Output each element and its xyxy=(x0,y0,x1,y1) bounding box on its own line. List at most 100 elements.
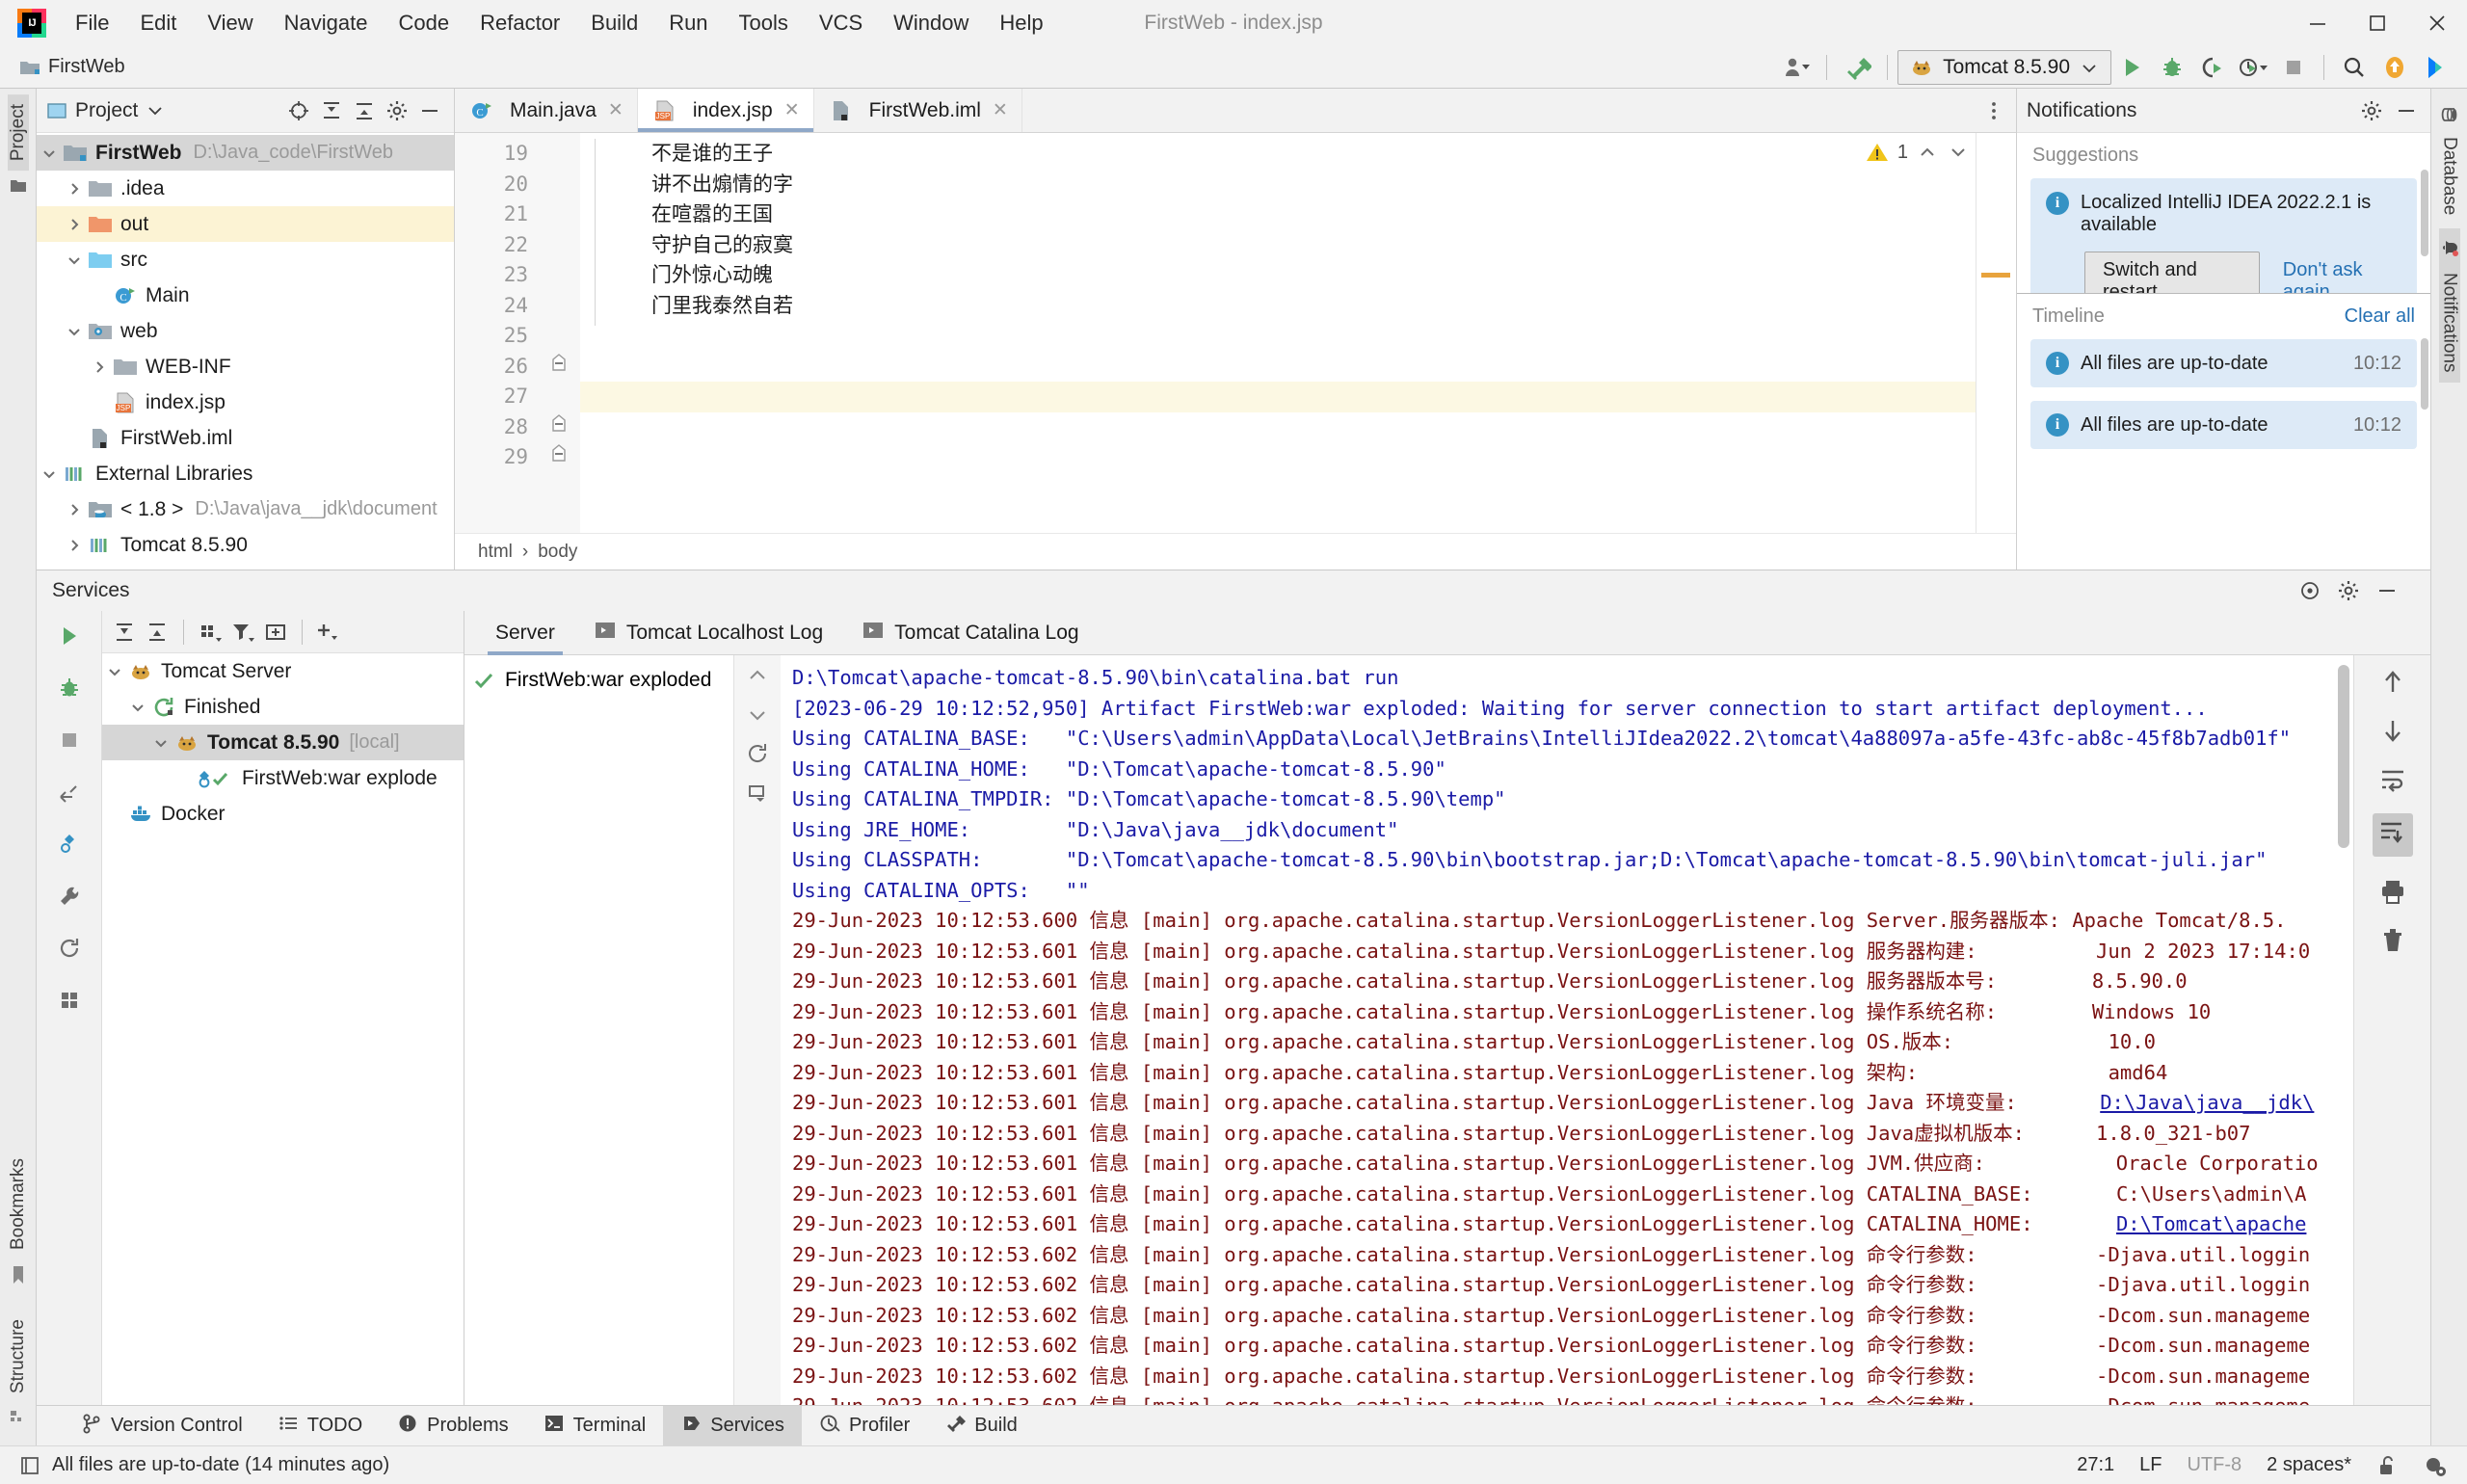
fold-column[interactable] xyxy=(542,133,580,533)
minimize-button[interactable] xyxy=(2288,0,2348,46)
timeline-item[interactable]: i All files are up-to-date 10:12 xyxy=(2030,339,2417,387)
rerun-icon[interactable] xyxy=(745,742,770,765)
console-log-link[interactable]: D:\Tomcat\apache xyxy=(2116,1212,2306,1235)
tree-expand-arrow[interactable] xyxy=(125,702,150,713)
debug-button[interactable] xyxy=(2152,47,2192,88)
code-line[interactable]: 不是谁的王子 xyxy=(580,139,2016,170)
code-line[interactable]: 在喧嚣的王国 xyxy=(580,199,2016,230)
previous-issue-icon[interactable] xyxy=(1916,142,1939,163)
breadcrumb-html[interactable]: html xyxy=(478,542,513,563)
code-line[interactable]: 讲不出煽情的字 xyxy=(580,170,2016,200)
inspection-stripe[interactable] xyxy=(1976,133,2016,533)
collapse-all-icon[interactable] xyxy=(350,96,379,125)
deployment-list[interactable]: FirstWeb:war exploded xyxy=(464,655,734,1405)
menu-tools[interactable]: Tools xyxy=(724,7,804,40)
collapse-all-icon[interactable] xyxy=(143,618,172,647)
filter-icon[interactable] xyxy=(228,618,257,647)
services-tree-item[interactable]: FirstWeb:war explode xyxy=(102,760,464,796)
project-tree-item[interactable]: C Main xyxy=(37,278,454,313)
console-scrollbar[interactable] xyxy=(2338,665,2349,848)
tree-expand-arrow[interactable] xyxy=(62,538,87,553)
editor-tab[interactable]: JSP index.jsp ✕ xyxy=(637,89,814,132)
scroll-up-small-icon[interactable] xyxy=(745,665,770,688)
services-tree-item[interactable]: Tomcat 8.5.90 [local] xyxy=(102,725,464,760)
project-tree-item[interactable]: .idea xyxy=(37,171,454,206)
menu-navigate[interactable]: Navigate xyxy=(269,7,384,40)
tree-expand-arrow[interactable] xyxy=(102,666,127,677)
settings-icon[interactable] xyxy=(2295,576,2324,605)
menu-code[interactable]: Code xyxy=(384,7,465,40)
timeline-scrollbar[interactable] xyxy=(2421,338,2428,410)
breadcrumb-body[interactable]: body xyxy=(538,542,577,563)
code-line[interactable] xyxy=(580,442,2016,473)
profile-user-icon[interactable] xyxy=(1776,47,1817,88)
locate-icon[interactable] xyxy=(284,96,313,125)
search-everywhere-icon[interactable] xyxy=(2334,47,2374,88)
project-tree-item[interactable]: out xyxy=(37,206,454,242)
project-tree-item[interactable]: WEB-INF xyxy=(37,349,454,384)
tree-expand-arrow[interactable] xyxy=(148,737,173,749)
tool-tab-notifications[interactable]: Notifications xyxy=(2438,228,2460,383)
group-icon[interactable] xyxy=(196,618,225,647)
next-issue-icon[interactable] xyxy=(1947,142,1970,163)
code-text[interactable]: 不是谁的王子 讲不出煽情的字 在喧嚣的王国 守护自己的寂寞 门外惊心动魄 门里我泰然自若 xyxy=(580,133,2016,533)
editor-options-icon[interactable] xyxy=(1972,89,2016,132)
code-line[interactable]: 门里我泰然自若 xyxy=(580,291,2016,322)
deploy-small-icon[interactable] xyxy=(745,781,770,804)
menu-edit[interactable]: Edit xyxy=(124,7,192,40)
profiler-button[interactable] xyxy=(2233,47,2273,88)
code-line[interactable] xyxy=(580,321,2016,352)
inspection-summary[interactable]: 1 xyxy=(1865,141,1970,164)
menu-help[interactable]: Help xyxy=(984,7,1058,40)
close-tab-icon[interactable]: ✕ xyxy=(993,99,1008,121)
project-tree-item[interactable]: Tomcat 8.5.90 xyxy=(37,527,454,563)
console-tab[interactable]: Tomcat Localhost Log xyxy=(576,611,840,655)
hide-panel-icon[interactable] xyxy=(2373,576,2401,605)
hide-panel-icon[interactable] xyxy=(2392,96,2421,125)
gear-icon[interactable] xyxy=(2357,96,2386,125)
hide-panel-icon[interactable] xyxy=(415,96,444,125)
gear-icon[interactable] xyxy=(383,96,411,125)
project-tree-item[interactable]: Scratches and Consoles xyxy=(37,563,454,570)
gear-icon[interactable] xyxy=(2334,576,2363,605)
debug-icon[interactable] xyxy=(50,669,89,707)
editor-tab[interactable]: C Main.java ✕ xyxy=(455,89,638,132)
inspection-icon[interactable] xyxy=(2423,1454,2448,1477)
settings-wrench-icon[interactable] xyxy=(50,877,89,915)
run-button[interactable] xyxy=(2111,47,2152,88)
deploy-icon[interactable] xyxy=(50,825,89,863)
close-tab-icon[interactable]: ✕ xyxy=(608,99,623,121)
tool-tab-structure[interactable]: Structure xyxy=(8,1310,29,1403)
tree-expand-arrow[interactable] xyxy=(37,468,62,480)
line-separator[interactable]: LF xyxy=(2139,1454,2162,1476)
file-encoding[interactable]: UTF-8 xyxy=(2187,1454,2242,1476)
expand-all-icon[interactable] xyxy=(110,618,139,647)
run-coverage-button[interactable] xyxy=(2192,47,2233,88)
fold-marker[interactable] xyxy=(542,412,580,443)
editor-breadcrumbs[interactable]: html › body xyxy=(455,533,2016,570)
tree-expand-arrow[interactable] xyxy=(62,181,87,197)
restart-icon[interactable] xyxy=(50,929,89,967)
code-area[interactable]: 19 20 21 22 23 24 25 26 27 28 29 不是谁的王子 讲不出煽情的字 在喧嚣的… xyxy=(455,133,2016,533)
clear-all-link[interactable]: Clear all xyxy=(2345,305,2415,328)
close-tab-icon[interactable]: ✕ xyxy=(784,99,800,121)
console-log[interactable]: D:\Tomcat\apache-tomcat-8.5.90\bin\catal… xyxy=(781,655,2353,1405)
status-message[interactable]: All files are up-to-date (14 minutes ago… xyxy=(52,1454,389,1476)
bottom-tool-tab[interactable]: Services xyxy=(663,1405,802,1446)
print-icon[interactable] xyxy=(2378,878,2407,905)
soft-wrap-icon[interactable] xyxy=(2378,765,2407,792)
project-tree-item[interactable]: web xyxy=(37,313,454,349)
indent-setting[interactable]: 2 spaces* xyxy=(2267,1454,2351,1476)
tool-tab-bookmarks[interactable]: Bookmarks xyxy=(8,1149,29,1259)
bottom-tool-tab[interactable]: Terminal xyxy=(526,1406,664,1446)
code-line[interactable] xyxy=(580,352,2016,383)
menu-refactor[interactable]: Refactor xyxy=(464,7,575,40)
project-tree-item[interactable]: FirstWeb.iml xyxy=(37,420,454,456)
close-button[interactable] xyxy=(2407,0,2467,46)
code-line[interactable] xyxy=(580,382,2016,412)
bottom-tool-tab[interactable]: Version Control xyxy=(64,1406,260,1446)
console-tab[interactable]: Server xyxy=(478,611,572,655)
code-line[interactable]: 门外惊心动魄 xyxy=(580,260,2016,291)
menu-vcs[interactable]: VCS xyxy=(804,7,878,40)
menu-window[interactable]: Window xyxy=(878,7,984,40)
